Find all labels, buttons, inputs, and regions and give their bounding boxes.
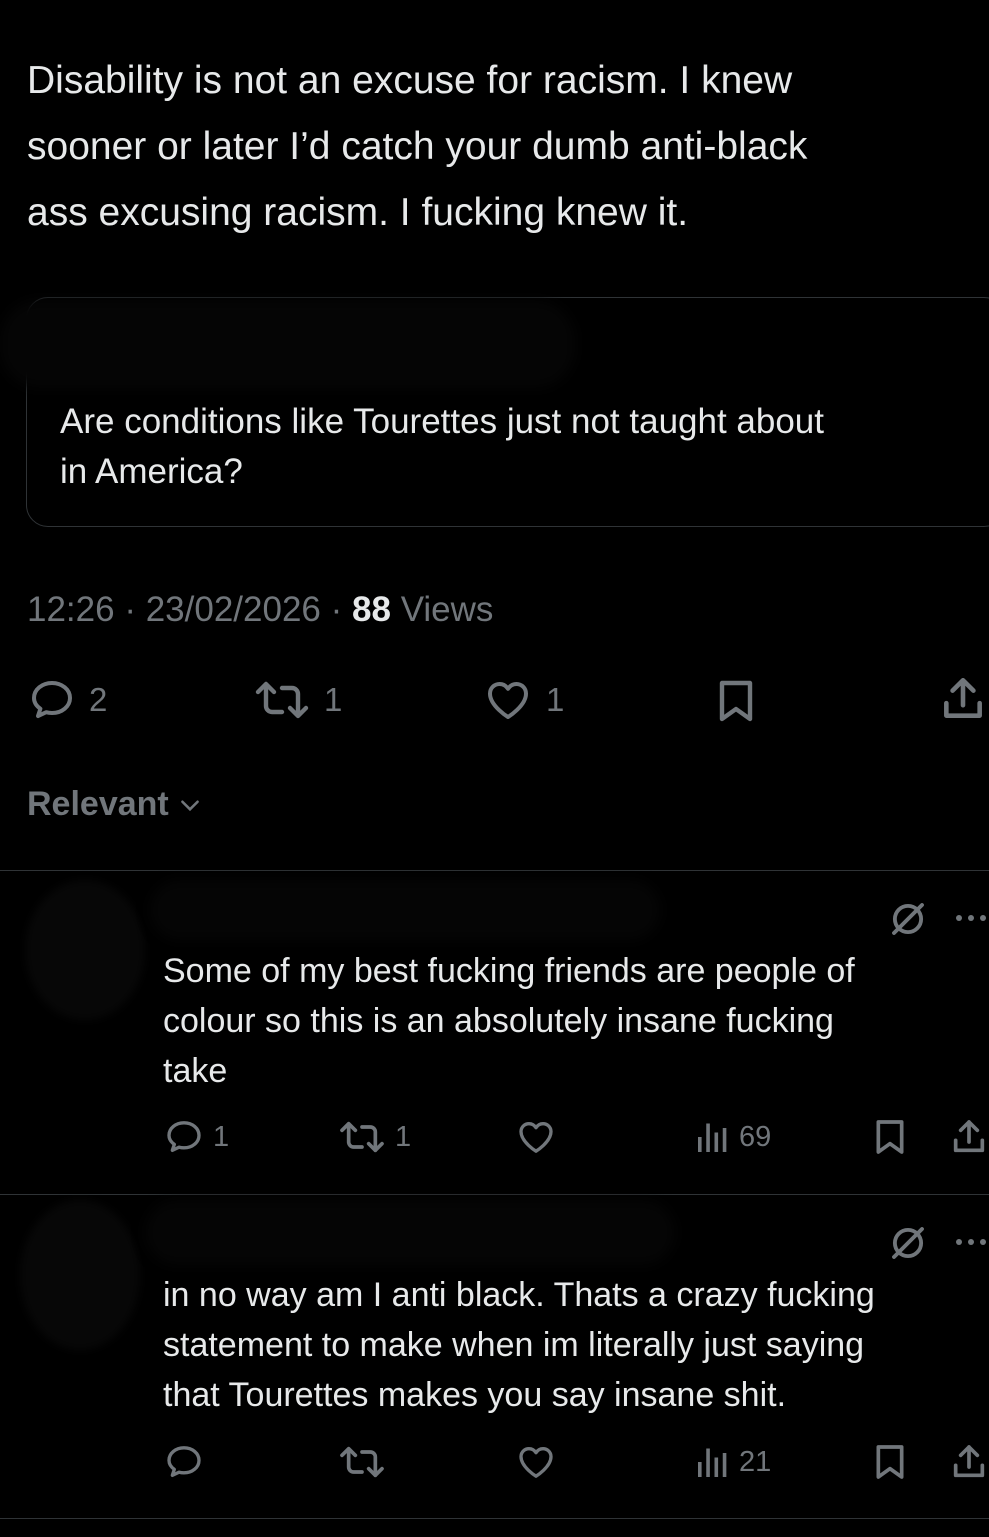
views-icon [698, 1123, 727, 1152]
share-icon [953, 1445, 985, 1478]
tweet-meta: 12:26 · 23/02/2026 · 88 Views [27, 590, 494, 629]
views-button[interactable]: 21 [695, 1442, 771, 1482]
quoted-tweet-line: Are conditions like Tourettes just not t… [60, 402, 825, 441]
views-label[interactable]: Views [401, 590, 494, 629]
chevron-down-icon [180, 799, 199, 811]
share-button[interactable] [949, 1441, 989, 1483]
divider [0, 1518, 989, 1519]
repost-button[interactable] [337, 1442, 387, 1482]
like-icon [488, 682, 528, 719]
reply-text-line: in no way am I anti black. Thats a crazy… [163, 1276, 875, 1314]
reply-count: 1 [213, 1120, 230, 1153]
repost-icon [255, 681, 309, 719]
more-icon[interactable] [954, 1232, 989, 1252]
share-icon [944, 677, 982, 718]
redacted-quote-author [0, 300, 575, 388]
like-count: 1 [546, 681, 565, 718]
views-icon [698, 1448, 727, 1477]
repost-button[interactable]: 1 [337, 1117, 411, 1157]
share-icon [953, 1120, 985, 1153]
reply-button[interactable] [163, 1442, 205, 1482]
bookmark-button[interactable] [870, 1116, 910, 1158]
quoted-tweet-text: Are conditions like Tourettes just not t… [60, 397, 970, 497]
views-count: 69 [739, 1120, 772, 1153]
sort-selector[interactable]: Relevant [27, 785, 203, 824]
like-button[interactable] [514, 1117, 558, 1157]
repost-count: 1 [395, 1120, 412, 1153]
reply-text-line: take [163, 1052, 228, 1090]
quoted-tweet-line: in America? [60, 452, 243, 491]
bookmark-button[interactable] [870, 1441, 910, 1483]
reply-text-line: Some of my best fucking friends are peop… [163, 952, 855, 990]
repost-icon [340, 1446, 384, 1478]
bookmark-icon [876, 1445, 904, 1479]
bookmark-icon [719, 680, 753, 722]
share-button[interactable] [938, 674, 988, 724]
tweet-time: 12:26 [27, 590, 115, 629]
like-button[interactable] [514, 1442, 558, 1482]
divider [0, 1194, 989, 1195]
avatar[interactable] [20, 1200, 140, 1350]
like-icon [519, 1122, 553, 1153]
reply-count: 2 [89, 681, 108, 718]
more-icon[interactable] [954, 908, 989, 928]
reply-icon [167, 1446, 201, 1477]
grok-icon[interactable] [887, 898, 929, 940]
redacted-username [145, 1200, 675, 1265]
views-count: 88 [352, 590, 391, 629]
reply-text: Some of my best fucking friends are peop… [163, 946, 855, 1096]
share-button[interactable] [949, 1116, 989, 1158]
tweet-text-line: Disability is not an excuse for racism. … [27, 59, 793, 102]
bookmark-icon [876, 1120, 904, 1154]
repost-button[interactable]: 1 [252, 676, 342, 724]
reply-text: in no way am I anti black. Thats a crazy… [163, 1270, 875, 1420]
tweet-date: 23/02/2026 [145, 590, 321, 629]
tweet-text-line: sooner or later I’d catch your dumb anti… [27, 125, 808, 168]
sort-label: Relevant [27, 785, 169, 823]
reply-icon [167, 1121, 201, 1152]
divider [0, 870, 989, 871]
reply-button[interactable]: 2 [27, 676, 107, 724]
views-button[interactable]: 69 [695, 1117, 771, 1157]
like-button[interactable]: 1 [482, 676, 564, 724]
like-icon [519, 1447, 553, 1478]
reply-text-line: statement to make when im literally just… [163, 1326, 865, 1364]
reply-icon [32, 681, 72, 718]
grok-icon[interactable] [887, 1222, 929, 1264]
tweet-text: Disability is not an excuse for racism. … [27, 48, 967, 246]
views-count: 21 [739, 1445, 772, 1478]
tweet-text-line: ass excusing racism. I fucking knew it. [27, 191, 689, 234]
reply-text-line: colour so this is an absolutely insane f… [163, 1002, 834, 1040]
avatar[interactable] [25, 880, 145, 1020]
bookmark-button[interactable] [712, 676, 760, 726]
reply-text-line: that Tourettes makes you say insane shit… [163, 1376, 787, 1414]
repost-count: 1 [324, 681, 343, 718]
redacted-username [150, 880, 660, 940]
reply-button[interactable]: 1 [163, 1117, 229, 1157]
repost-icon [340, 1121, 384, 1153]
